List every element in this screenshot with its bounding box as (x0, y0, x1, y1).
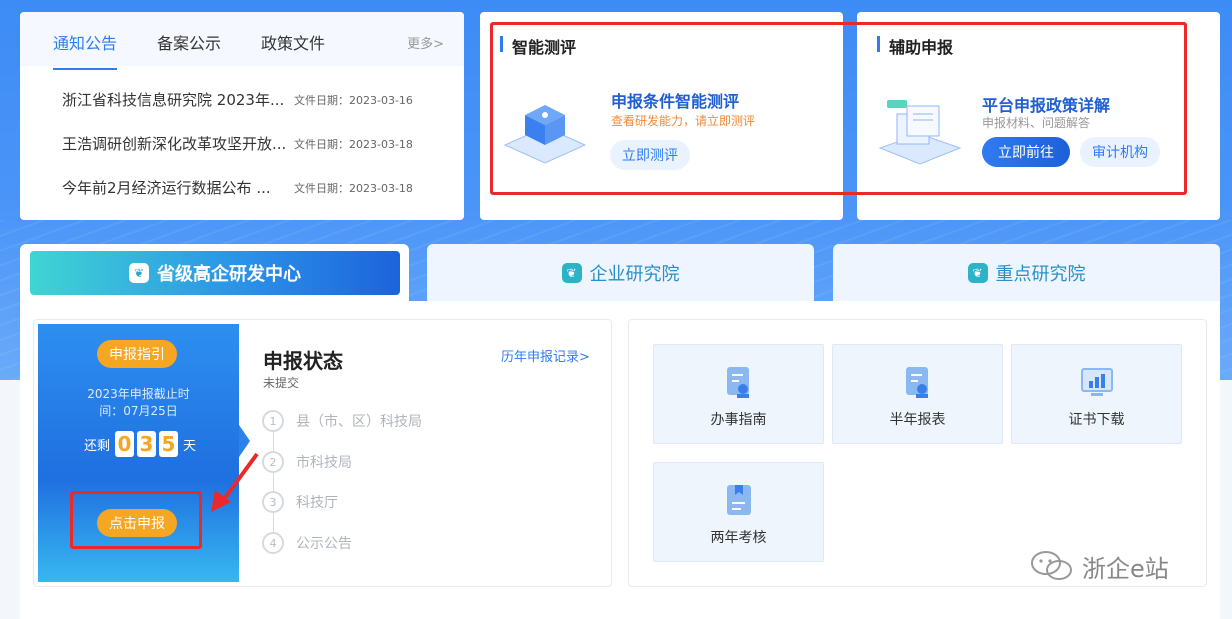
tab-provincial-rd-center-inner[interactable]: ❦ 省级高企研发中心 (30, 251, 400, 295)
deadline-text: 间：07月25日 (99, 404, 178, 418)
tab-filing[interactable]: 备案公示 (157, 30, 221, 54)
sprout-icon: ❦ (561, 262, 582, 283)
apply-button[interactable]: 点击申报 (97, 509, 177, 537)
tab-key-institute[interactable]: ❦ 重点研究院 (833, 244, 1220, 301)
smart-eval-card: 智能测评 申报条件智能测评 查看研发能力，请立即测评 立即测评 (480, 12, 843, 220)
step-number: 4 (262, 532, 284, 554)
notice-item[interactable]: 浙江省科技信息研究院 2023年... 文件日期：2023-03-16 (62, 89, 452, 109)
assist-card: 辅助申报 平台申报政策详解 申报材料、问题解答 立即前往 审计机构 (857, 12, 1220, 220)
countdown-prefix: 还剩 (84, 438, 111, 454)
bookmark-document-icon (726, 485, 751, 515)
tab-enterprise-institute[interactable]: ❦ 企业研究院 (427, 244, 814, 301)
step-label: 市科技局 (296, 455, 352, 471)
service-guide[interactable]: 办事指南 (653, 344, 824, 444)
notice-card: 通知公告 备案公示 政策文件 更多> 浙江省科技信息研究院 2023年... 文… (20, 12, 464, 220)
assist-title: 辅助申报 (877, 34, 953, 58)
documents-illustration-icon (878, 100, 962, 165)
document-stamp-icon (905, 367, 928, 398)
tab-policy[interactable]: 政策文件 (261, 30, 325, 54)
countdown-digit: 3 (137, 431, 157, 457)
notice-item-date: 文件日期：2023-03-18 (294, 182, 413, 195)
assist-subtext: 申报材料、问题解答 (982, 116, 1091, 130)
service-label: 证书下载 (1068, 412, 1125, 428)
service-certificate-download[interactable]: 证书下载 (1011, 344, 1182, 444)
guide-badge[interactable]: 申报指引 (97, 340, 177, 368)
notice-item-date: 文件日期：2023-03-18 (294, 138, 413, 151)
status-title: 申报状态 (263, 349, 343, 373)
go-now-button[interactable]: 立即前往 (982, 137, 1070, 167)
tab-label: 企业研究院 (589, 263, 680, 285)
service-biennial-review[interactable]: 两年考核 (653, 462, 824, 562)
arrow-pointer-icon (211, 452, 259, 512)
history-records-link[interactable]: 历年申报记录> (501, 346, 590, 365)
cube-illustration-icon (503, 105, 587, 164)
notice-item[interactable]: 今年前2月经济运行数据公布 ... 文件日期：2023-03-18 (62, 177, 452, 197)
monitor-chart-icon (1080, 368, 1113, 396)
assist-headline[interactable]: 平台申报政策详解 (982, 92, 1110, 116)
step-label: 县（市、区）科技局 (296, 414, 422, 430)
step-item: 3 科技厅 (262, 490, 338, 514)
watermark: 浙企e站 (1030, 546, 1169, 586)
service-half-year-report[interactable]: 半年报表 (832, 344, 1003, 444)
notice-item-date: 文件日期：2023-03-16 (294, 94, 413, 107)
notice-item-title[interactable]: 浙江省科技信息研究院 2023年... (62, 89, 288, 110)
document-stamp-icon (726, 367, 749, 398)
smart-eval-title: 智能测评 (500, 34, 576, 58)
tab-label: 重点研究院 (995, 263, 1086, 285)
smart-eval-headline[interactable]: 申报条件智能测评 (611, 88, 739, 112)
countdown-suffix: 天 (183, 438, 197, 454)
deadline-text: 2023年申报截止时 (87, 387, 190, 401)
service-label: 两年考核 (710, 530, 767, 546)
step-number: 1 (262, 410, 284, 432)
watermark-text: 浙企e站 (1082, 554, 1169, 583)
countdown-digit: 0 (115, 431, 135, 457)
wechat-icon (1031, 551, 1072, 580)
step-number: 3 (262, 491, 284, 513)
status-subtitle: 未提交 (263, 376, 300, 390)
step-connector (273, 432, 274, 533)
step-item: 4 公示公告 (262, 531, 352, 555)
start-eval-button[interactable]: 立即测评 (610, 140, 690, 170)
smart-eval-subtext: 查看研发能力，请立即测评 (611, 114, 756, 128)
step-label: 科技厅 (296, 495, 338, 511)
step-number: 2 (262, 451, 284, 473)
audit-agency-button[interactable]: 审计机构 (1080, 137, 1160, 167)
countdown-digit: 5 (159, 431, 179, 457)
service-label: 办事指南 (710, 412, 767, 428)
tab-provincial-rd-center[interactable]: ❦ 省级高企研发中心 (20, 244, 409, 301)
step-item: 1 县（市、区）科技局 (262, 409, 422, 433)
sprout-icon: ❦ (129, 263, 149, 283)
sprout-icon: ❦ (967, 262, 988, 283)
notice-item[interactable]: 王浩调研创新深化改革攻坚开放... 文件日期：2023-03-18 (62, 133, 452, 153)
tab-label: 省级高企研发中心 (157, 264, 301, 285)
notice-item-title[interactable]: 王浩调研创新深化改革攻坚开放... (62, 133, 288, 154)
step-label: 公示公告 (296, 536, 352, 552)
notice-item-title[interactable]: 今年前2月经济运行数据公布 ... (62, 177, 288, 198)
notice-tabbar: 通知公告 备案公示 政策文件 更多> (20, 12, 464, 70)
countdown: 还剩 0 3 5 天 (84, 430, 196, 458)
more-link[interactable]: 更多> (407, 33, 444, 52)
service-label: 半年报表 (889, 412, 946, 428)
tab-notice[interactable]: 通知公告 (53, 30, 118, 70)
step-item: 2 市科技局 (262, 450, 352, 474)
